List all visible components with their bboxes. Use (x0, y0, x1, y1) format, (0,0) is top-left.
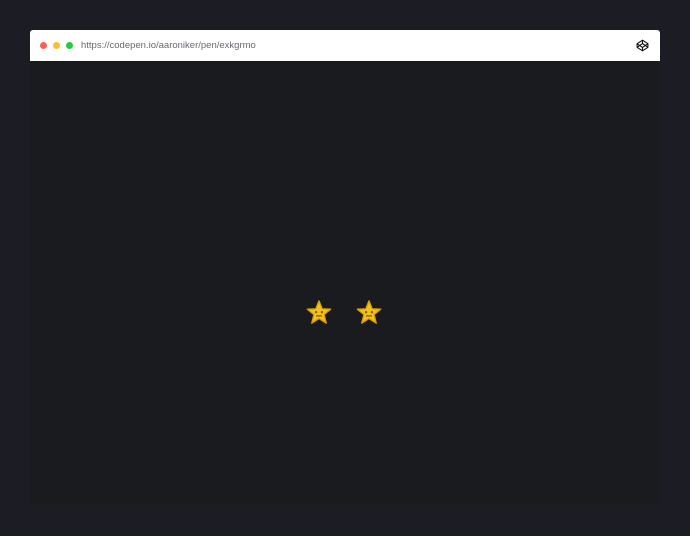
pen-preview (30, 61, 660, 504)
minimize-dot-icon[interactable] (53, 42, 60, 49)
browser-titlebar: https://codepen.io/aaroniker/pen/exkgrmo (30, 30, 660, 61)
codepen-icon[interactable] (636, 39, 649, 52)
star-button-1[interactable] (305, 299, 333, 327)
maximize-dot-icon[interactable] (66, 42, 73, 49)
address-url[interactable]: https://codepen.io/aaroniker/pen/exkgrmo (81, 38, 256, 53)
browser-window: https://codepen.io/aaroniker/pen/exkgrmo (30, 30, 660, 504)
close-dot-icon[interactable] (40, 42, 47, 49)
star-button-2[interactable] (355, 299, 383, 327)
